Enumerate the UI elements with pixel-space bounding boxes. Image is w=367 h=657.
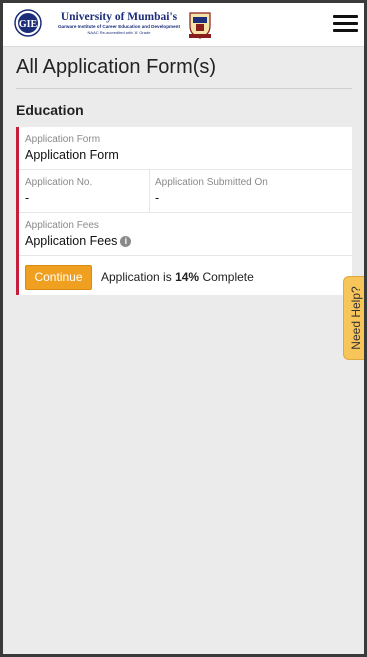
title-divider [16, 88, 352, 89]
menu-bar [333, 15, 358, 18]
completion-status: Application is 14% Complete [101, 270, 254, 284]
logo-title: University of Mumbai's [60, 11, 178, 23]
fees-value: Application Fees [25, 234, 118, 248]
app-frame: GIE University of Mumbai's Garware Insti… [3, 3, 364, 654]
application-no-label: Application No. [25, 177, 93, 188]
form-row: Application Form Application Form [19, 127, 352, 170]
logo-text: University of Mumbai's Garware Institute… [49, 11, 189, 35]
column-divider [149, 170, 150, 212]
application-card: Application Form Application Form Applic… [16, 127, 352, 295]
need-help-tab[interactable]: Need Help? [343, 276, 364, 360]
submitted-on-label: Application Submitted On [155, 177, 268, 188]
progress-suffix: Complete [202, 270, 254, 284]
logo-accreditation: NAAC Re-accredited with 'A' Grade [87, 30, 151, 35]
svg-text:GIE: GIE [19, 19, 38, 30]
submitted-on-value: - [155, 191, 160, 205]
page-title: All Application Form(s) [16, 56, 217, 78]
application-details-row: Application No. - Application Submitted … [19, 170, 352, 213]
info-icon[interactable]: i [120, 236, 132, 247]
progress-percent: 14% [175, 270, 200, 284]
menu-bar [333, 29, 358, 32]
fees-value-wrap: Application Fees i [25, 234, 132, 248]
fees-row: Application Fees Application Fees i [19, 213, 352, 256]
university-crest-icon [189, 12, 211, 39]
section-title: Education [16, 102, 84, 118]
gicced-logo-icon[interactable]: GIE [14, 9, 42, 37]
continue-button[interactable]: Continue [25, 265, 92, 290]
progress-prefix: Application is [101, 270, 172, 284]
progress-row: Continue Application is 14% Complete [19, 256, 352, 295]
form-value: Application Form [25, 148, 119, 162]
menu-bar [333, 22, 358, 25]
form-label: Application Form [25, 134, 101, 145]
hamburger-menu-button[interactable] [333, 15, 359, 33]
fees-label: Application Fees [25, 220, 99, 231]
need-help-label: Need Help? [348, 286, 363, 350]
application-no-value: - [25, 191, 30, 205]
site-header: GIE University of Mumbai's Garware Insti… [3, 3, 364, 47]
